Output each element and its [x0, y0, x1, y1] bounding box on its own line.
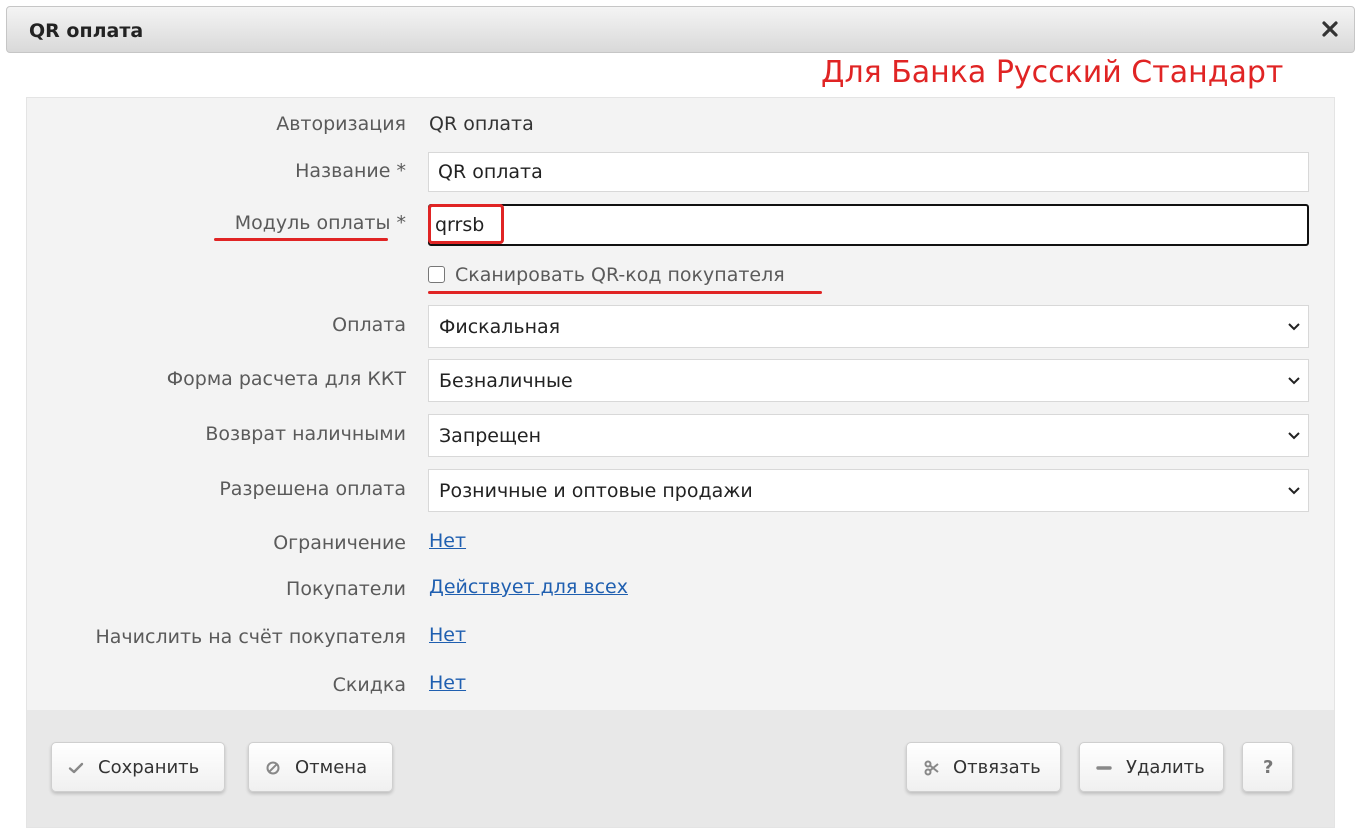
cash-refund-select[interactable]: Запрещен: [428, 414, 1309, 457]
payment-module-highlight: [428, 204, 504, 244]
dialog-titlebar: QR оплата: [6, 6, 1355, 53]
help-button[interactable]: ?: [1242, 742, 1293, 792]
credit-to-account-label: Начислить на счёт покупателя: [95, 626, 407, 648]
payment-select-value: Фискальная: [439, 316, 561, 338]
discount-label: Скидка: [332, 674, 406, 696]
payment-module-label-underline: [214, 238, 388, 241]
delete-button[interactable]: Удалить: [1079, 742, 1224, 792]
dialog-title: QR оплата: [29, 20, 144, 42]
scan-qr-checkbox[interactable]: [428, 266, 445, 283]
kkt-form-select[interactable]: Безналичные: [428, 359, 1309, 402]
payment-module-label: Модуль оплаты *: [234, 212, 406, 234]
unbind-button[interactable]: Отвязать: [906, 742, 1061, 792]
save-button[interactable]: Сохранить: [51, 742, 225, 792]
authorization-label: Авторизация: [276, 113, 406, 135]
allowed-payment-select[interactable]: Розничные и оптовые продажи: [428, 469, 1309, 512]
payment-module-input[interactable]: [428, 204, 1309, 246]
check-icon: [68, 762, 84, 774]
authorization-value: QR оплата: [429, 113, 534, 135]
minus-icon: [1096, 766, 1112, 770]
restriction-link[interactable]: Нет: [429, 530, 466, 552]
ban-icon: [266, 761, 280, 775]
chevron-down-icon: [1288, 377, 1300, 385]
scan-qr-label[interactable]: Сканировать QR-код покупателя: [455, 264, 785, 286]
customers-label: Покупатели: [286, 578, 406, 600]
cash-refund-select-value: Запрещен: [439, 425, 542, 447]
restriction-label: Ограничение: [273, 532, 406, 554]
chevron-down-icon: [1288, 323, 1300, 331]
kkt-form-select-value: Безналичные: [439, 370, 573, 392]
customers-link[interactable]: Действует для всех: [429, 576, 628, 598]
scan-qr-underline: [428, 291, 822, 294]
scissors-icon: [924, 760, 939, 776]
delete-button-label: Удалить: [1126, 757, 1205, 778]
cash-refund-label: Возврат наличными: [205, 423, 406, 445]
kkt-form-label: Форма расчета для ККТ: [166, 368, 406, 390]
allowed-payment-select-value: Розничные и оптовые продажи: [439, 480, 753, 502]
bank-annotation: Для Банка Русский Стандарт: [821, 55, 1284, 90]
discount-link[interactable]: Нет: [429, 672, 466, 694]
cancel-button-label: Отмена: [295, 757, 368, 778]
payment-label: Оплата: [332, 314, 406, 336]
name-input[interactable]: [428, 152, 1309, 192]
payment-select[interactable]: Фискальная: [428, 305, 1309, 348]
cancel-button[interactable]: Отмена: [248, 742, 393, 792]
credit-to-account-link[interactable]: Нет: [429, 624, 466, 646]
help-button-label: ?: [1263, 757, 1274, 778]
chevron-down-icon: [1288, 487, 1300, 495]
save-button-label: Сохранить: [98, 757, 200, 778]
allowed-payment-label: Разрешена оплата: [219, 478, 406, 500]
form-panel: Авторизация QR оплата Название * Модуль …: [26, 97, 1335, 828]
chevron-down-icon: [1288, 432, 1300, 440]
name-label: Название *: [295, 160, 406, 182]
unbind-button-label: Отвязать: [953, 757, 1041, 778]
close-icon[interactable]: [1318, 17, 1342, 41]
